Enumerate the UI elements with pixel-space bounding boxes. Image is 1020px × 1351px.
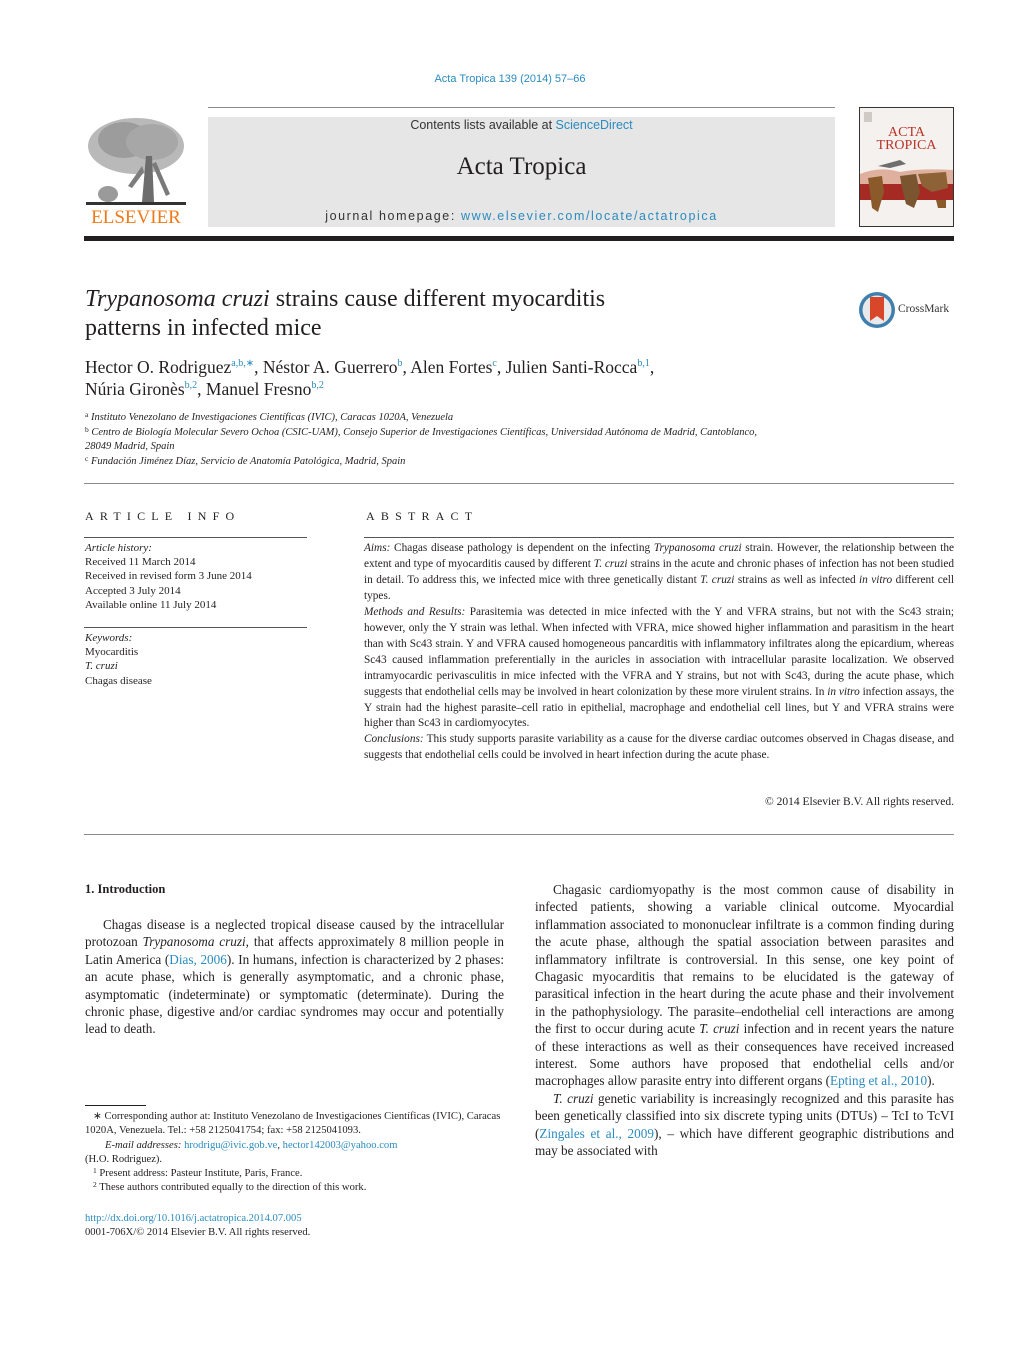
abstract-conclusions: Conclusions: This study supports parasit… <box>364 733 954 762</box>
abstract-methods: Methods and Results: Parasitemia was det… <box>364 605 954 730</box>
article-title: Trypanosoma cruzi strains cause differen… <box>85 285 805 343</box>
corresponding-author-note: ∗ Corresponding author at: Instituto Ven… <box>85 1111 501 1137</box>
keyword: Chagas disease <box>85 674 152 687</box>
reference-link[interactable]: Zingales et al., 2009 <box>539 1126 654 1141</box>
author[interactable]: Julien Santi-Rocca <box>506 357 638 377</box>
keyword: Myocarditis <box>85 646 139 659</box>
journal-name: Acta Tropica <box>456 153 587 180</box>
affiliations: a Instituto Venezolano de Investigacione… <box>85 411 865 469</box>
header-thick-rule <box>84 236 954 241</box>
journal-homepage-link[interactable]: www.elsevier.com/locate/actatropica <box>461 209 718 223</box>
history-item: Available online 11 July 2014 <box>85 598 217 611</box>
paragraph: Chagasic cardiomyopathy is the most comm… <box>535 882 955 1089</box>
email-link[interactable]: hrodrigu@ivic.gob.ve <box>184 1140 277 1151</box>
affiliation-item: b Centro de Biología Molecular Severo Oc… <box>85 424 758 452</box>
footnote-rule <box>85 1105 146 1106</box>
article-history: Article history: Received 11 March 2014 … <box>85 541 315 612</box>
author[interactable]: Alen Fortes <box>410 357 492 377</box>
reference-link[interactable]: Dias, 2006 <box>169 952 227 967</box>
abstract-heading: ABSTRACT <box>366 509 479 523</box>
sciencedirect-link[interactable]: ScienceDirect <box>556 118 633 132</box>
footnote-2: 2 These authors contributed equally to t… <box>93 1180 367 1194</box>
divider <box>84 483 954 484</box>
homepage-prefix: journal homepage: <box>325 209 462 223</box>
divider <box>84 627 307 628</box>
article-info-heading: ARTICLE INFO <box>85 509 241 523</box>
author[interactable]: Núria Gironès <box>85 379 185 399</box>
elsevier-wordmark: ELSEVIER <box>91 207 181 228</box>
footnotes: ∗ Corresponding author at: Instituto Ven… <box>85 1110 505 1196</box>
contents-prefix: Contents lists available at <box>410 118 556 132</box>
email-note: E-mail addresses: hrodrigu@ivic.gob.ve, … <box>105 1139 398 1151</box>
author[interactable]: Manuel Fresno <box>206 379 311 399</box>
issn-copyright: 0001-706X/© 2014 Elsevier B.V. All right… <box>85 1227 311 1239</box>
keywords: Keywords: Myocarditis T. cruzi Chagas di… <box>85 631 315 688</box>
journal-banner: Contents lists available at ScienceDirec… <box>208 117 835 227</box>
divider <box>364 537 954 538</box>
header-rule <box>208 107 835 108</box>
title-line2: patterns in infected mice <box>85 315 322 341</box>
author-affiliation-marker[interactable]: b,2 <box>185 380 198 391</box>
history-item: Accepted 3 July 2014 <box>85 584 181 597</box>
paragraph: Chagas disease is a neglected tropical d… <box>85 917 505 1037</box>
elsevier-logo[interactable]: ELSEVIER <box>84 116 188 228</box>
cover-world-map-icon <box>860 112 953 212</box>
history-item: Received in revised form 3 June 2014 <box>85 570 252 583</box>
contents-line: Contents lists available at ScienceDirec… <box>208 118 835 132</box>
crossmark-button[interactable]: CrossMark <box>858 290 958 330</box>
elsevier-tree-icon <box>84 116 188 208</box>
footnote-1: 1 Present address: Pasteur Institute, Pa… <box>93 1166 303 1180</box>
journal-cover-thumbnail[interactable]: ACTA TROPICA <box>859 107 954 227</box>
divider <box>84 834 954 835</box>
reference-link[interactable]: Epting et al., 2010 <box>830 1073 927 1088</box>
history-label: Article history: <box>85 542 152 554</box>
paragraph: T. cruzi genetic variability is increasi… <box>535 1090 955 1159</box>
body-column-right: Chagasic cardiomyopathy is the most comm… <box>535 881 954 1160</box>
author-affiliation-marker[interactable]: b,1 <box>637 358 650 369</box>
title-rest: strains cause different myocarditis <box>269 286 606 312</box>
affiliation-item: c Fundación Jiménez Díaz, Servicio de An… <box>85 453 406 467</box>
journal-homepage-line: journal homepage: www.elsevier.com/locat… <box>208 209 835 223</box>
affiliation-item: a Instituto Venezolano de Investigacione… <box>85 410 454 423</box>
journal-citation-link[interactable]: Acta Tropica 139 (2014) 57–66 <box>0 73 1020 85</box>
author[interactable]: Néstor A. Guerrero <box>263 357 398 377</box>
author-list: Hector O. Rodrigueza,b,∗, Néstor A. Guer… <box>85 357 655 399</box>
email-link[interactable]: hector142003@yahoo.com <box>283 1140 398 1151</box>
email-owner: (H.O. Rodriguez). <box>85 1153 163 1165</box>
section-heading: 1. Introduction <box>85 882 166 896</box>
crossmark-icon <box>859 292 895 328</box>
title-species: Trypanosoma cruzi <box>85 286 270 312</box>
author-affiliation-marker[interactable]: a,b,∗ <box>231 358 254 369</box>
author-affiliation-marker[interactable]: b,2 <box>311 380 324 391</box>
doi-link[interactable]: http://dx.doi.org/10.1016/j.actatropica.… <box>85 1212 505 1226</box>
doi-block: http://dx.doi.org/10.1016/j.actatropica.… <box>85 1212 505 1241</box>
history-item: Received 11 March 2014 <box>85 556 196 569</box>
copyright-notice: © 2014 Elsevier B.V. All rights reserved… <box>765 796 954 808</box>
crossmark-label: CrossMark <box>898 303 950 315</box>
body-column-left: Chagas disease is a neglected tropical d… <box>85 916 504 1038</box>
abstract-aims: Aims: Chagas disease pathology is depend… <box>364 542 954 602</box>
keyword: T. cruzi <box>85 660 118 673</box>
abstract-body: Aims: Chagas disease pathology is depend… <box>364 541 954 764</box>
divider <box>84 537 307 538</box>
keywords-label: Keywords: <box>85 632 133 644</box>
author[interactable]: Hector O. Rodriguez <box>85 357 231 377</box>
